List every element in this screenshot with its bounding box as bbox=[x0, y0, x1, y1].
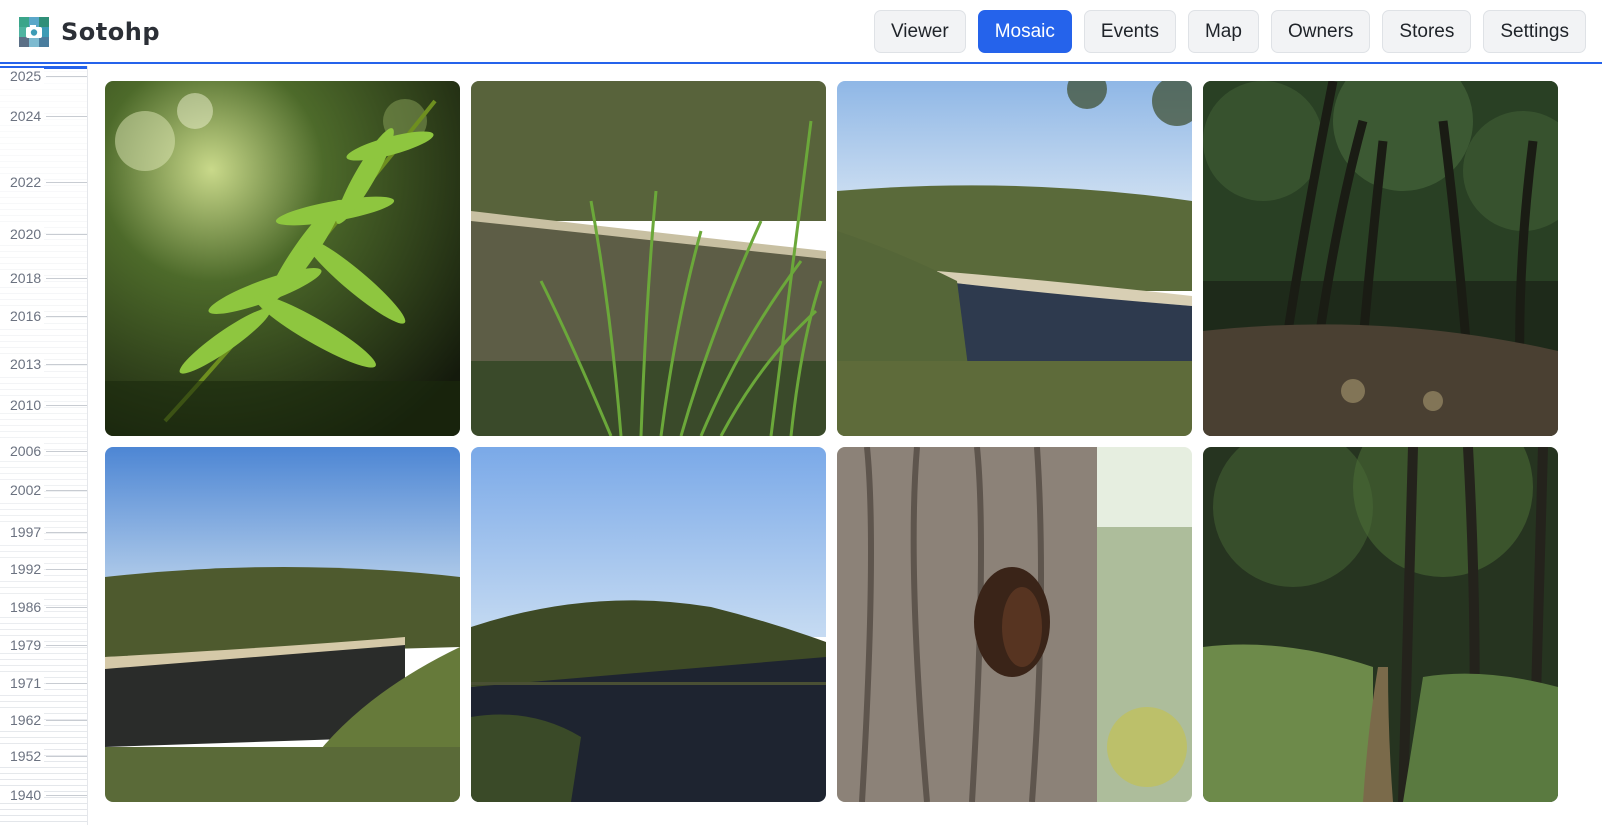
timeline-year[interactable]: 2022 bbox=[0, 173, 87, 191]
lake-sky-photo bbox=[837, 81, 1192, 436]
timeline-year[interactable]: 1997 bbox=[0, 523, 87, 541]
timeline-year[interactable]: 2002 bbox=[0, 481, 87, 499]
camera-logo-icon bbox=[19, 17, 49, 47]
timeline-year[interactable]: 1952 bbox=[0, 747, 87, 765]
timeline-year[interactable]: 1962 bbox=[0, 711, 87, 729]
app-title: Sotohp bbox=[61, 18, 160, 46]
grass-lake-photo bbox=[471, 81, 826, 436]
fern-photo bbox=[105, 81, 460, 436]
nav-owners-button[interactable]: Owners bbox=[1270, 10, 1371, 53]
app-root: Sotohp Viewer Mosaic Events Map Owners S… bbox=[0, 0, 1602, 825]
nav-events-button[interactable]: Events bbox=[1083, 10, 1176, 53]
top-bar: Sotohp Viewer Mosaic Events Map Owners S… bbox=[0, 0, 1602, 64]
timeline-scrubber[interactable]: 2025 2024 2022 2020 2018 2016 2013 2010 … bbox=[0, 66, 88, 825]
timeline-year[interactable]: 1971 bbox=[0, 674, 87, 692]
photo-tile[interactable] bbox=[1203, 447, 1558, 802]
photo-mosaic bbox=[105, 81, 1558, 802]
timeline-year[interactable]: 1986 bbox=[0, 598, 87, 616]
timeline-year[interactable]: 2024 bbox=[0, 107, 87, 125]
timeline-year[interactable]: 1992 bbox=[0, 560, 87, 578]
timeline-year[interactable]: 2010 bbox=[0, 396, 87, 414]
photo-tile[interactable] bbox=[837, 81, 1192, 436]
timeline-year[interactable]: 1940 bbox=[0, 786, 87, 804]
main-nav: Viewer Mosaic Events Map Owners Stores S… bbox=[873, 10, 1586, 53]
timeline-year[interactable]: 2020 bbox=[0, 225, 87, 243]
timeline-year[interactable]: 2013 bbox=[0, 355, 87, 373]
timeline-year[interactable]: 2025 bbox=[0, 67, 87, 85]
tree-trunk-photo bbox=[837, 447, 1192, 802]
forest-trail-photo bbox=[1203, 447, 1558, 802]
nav-mosaic-button[interactable]: Mosaic bbox=[977, 10, 1072, 53]
lake-hill-photo bbox=[471, 447, 826, 802]
nav-map-button[interactable]: Map bbox=[1187, 10, 1259, 53]
nav-settings-button[interactable]: Settings bbox=[1483, 10, 1586, 53]
river-bend-photo bbox=[105, 447, 460, 802]
timeline-year[interactable]: 2016 bbox=[0, 307, 87, 325]
timeline-year[interactable]: 1979 bbox=[0, 636, 87, 654]
photo-tile[interactable] bbox=[471, 447, 826, 802]
timeline-year[interactable]: 2018 bbox=[0, 269, 87, 287]
photo-tile[interactable] bbox=[1203, 81, 1558, 436]
photo-tile[interactable] bbox=[105, 81, 460, 436]
nav-viewer-button[interactable]: Viewer bbox=[873, 10, 966, 53]
nav-stores-button[interactable]: Stores bbox=[1382, 10, 1472, 53]
photo-tile[interactable] bbox=[471, 81, 826, 436]
forest-path-photo bbox=[1203, 81, 1558, 436]
brand[interactable]: Sotohp bbox=[19, 17, 160, 47]
photo-tile[interactable] bbox=[105, 447, 460, 802]
photo-tile[interactable] bbox=[837, 447, 1192, 802]
timeline-year[interactable]: 2006 bbox=[0, 442, 87, 460]
